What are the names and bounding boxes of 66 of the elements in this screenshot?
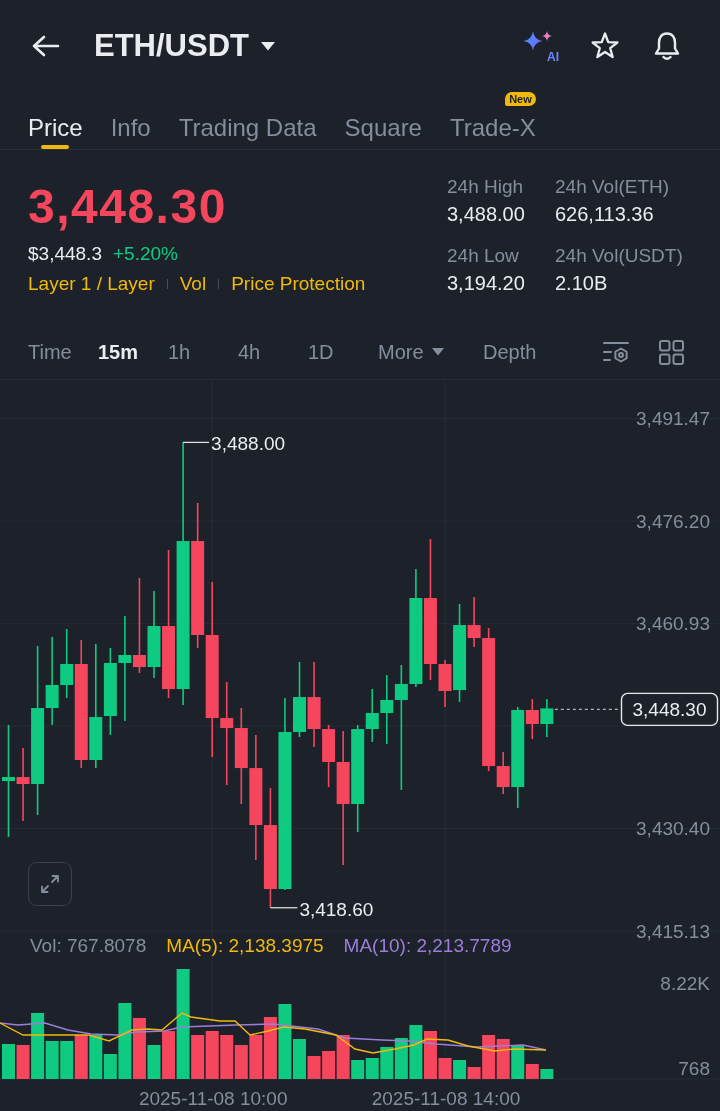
volume-bar (496, 1039, 510, 1079)
last-price-line (554, 708, 621, 710)
stat-value: 3,488.00 (447, 203, 525, 225)
volume-bar (409, 1025, 423, 1079)
price-axis-label: 3,491.47 (636, 408, 710, 430)
volume-axis-label: 8.22K (660, 972, 710, 994)
volume-bar (234, 1045, 248, 1079)
volume-bar (249, 1035, 263, 1079)
time-axis-label: 2025-11-08 14:00 (371, 1087, 521, 1109)
low-price-label: 3,418.60 (299, 899, 374, 921)
interval-tab[interactable]: 15m (98, 339, 139, 365)
stat-label: 24h High (447, 176, 524, 198)
time-axis-label: 2025-11-08 10:00 (138, 1087, 288, 1109)
expand-button[interactable] (28, 862, 72, 906)
indicator-legend: MA(10): 2,213.7789 (343, 934, 512, 958)
last-price: 3,448.30 (28, 183, 227, 231)
price-change: +5.20% (112, 242, 178, 266)
tag-link[interactable]: Price Protection (231, 272, 366, 296)
star-icon[interactable] (590, 31, 620, 61)
hexagon-lines-icon[interactable] (602, 340, 630, 364)
caret-icon (431, 348, 444, 356)
tag-link[interactable]: Layer 1 / Layer (28, 272, 155, 296)
interval-tab[interactable]: 1h (168, 339, 191, 365)
price-axis-label: 3,460.93 (636, 613, 710, 635)
candle (540, 698, 554, 738)
price-axis-label: 3,430.40 (636, 818, 710, 840)
indicator-legend: Vol: 767.8078 (30, 934, 147, 958)
last-price-tag: 3,448.30 (620, 692, 719, 727)
volume-bar (220, 1035, 234, 1079)
leader-line (182, 441, 210, 444)
interval-tab[interactable]: Depth (483, 339, 537, 365)
interval-tab[interactable]: Time (28, 339, 72, 365)
caret-icon (261, 41, 275, 51)
tab[interactable]: Square (344, 107, 422, 149)
tab[interactable]: Price (28, 107, 83, 149)
stat-value: 3,194.20 (447, 272, 525, 294)
interval-tab[interactable]: 4h (238, 339, 261, 365)
leader-line (269, 907, 299, 909)
volume-bar (205, 1031, 219, 1079)
volume-bar (2, 1044, 15, 1079)
fiat-price: $3,448.3 (28, 242, 102, 266)
volume-axis-label: 768 (678, 1057, 710, 1079)
price-axis-label: 3,476.20 (636, 510, 710, 532)
new-badge: New (505, 92, 536, 106)
volume-bar (263, 1017, 277, 1079)
tab[interactable]: Info (110, 107, 151, 149)
interval-tab[interactable]: 1D (308, 339, 334, 365)
indicator-legend: MA(5): 2,138.3975 (166, 934, 324, 958)
volume-bar (60, 1041, 74, 1079)
pair-selector[interactable]: ETH/USDT (94, 28, 275, 64)
tab[interactable]: Trade-X (449, 107, 536, 149)
price-axis-label: 3,415.13 (636, 920, 710, 942)
stat-label: 24h Low (447, 245, 519, 267)
stat-label: 24h Vol(ETH) (555, 176, 670, 198)
expand-icon (39, 873, 61, 895)
tag-link[interactable]: Vol (179, 272, 207, 296)
stat-value: 626,113.36 (555, 203, 654, 225)
tab[interactable]: Trading Data (178, 107, 317, 149)
grid-icon[interactable] (659, 339, 684, 365)
interval-tab[interactable]: More (378, 339, 444, 365)
stat-label: 24h Vol(USDT) (555, 245, 683, 267)
back-arrow-icon[interactable] (32, 35, 60, 57)
ai-button[interactable]: AI (523, 29, 559, 63)
high-price-label: 3,488.00 (211, 432, 286, 454)
stat-value: 2.10B (555, 272, 608, 294)
volume-bar (74, 1035, 88, 1079)
